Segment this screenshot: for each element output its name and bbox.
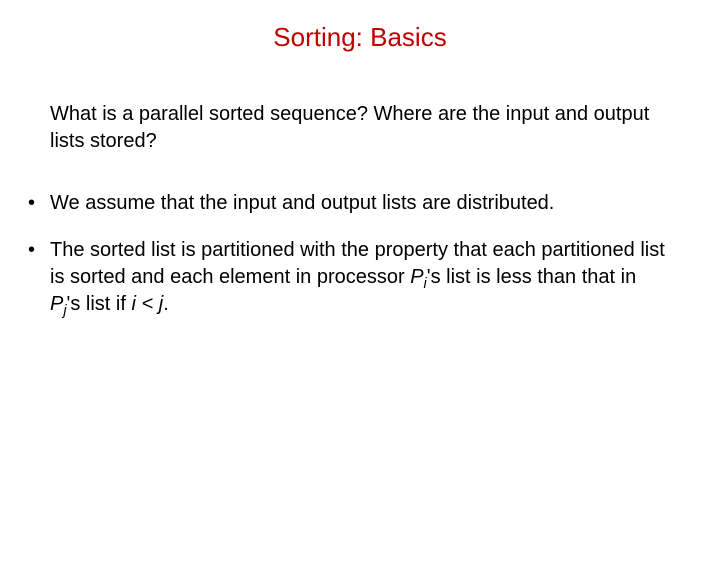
var-p: P: [50, 293, 63, 315]
intro-question: What is a parallel sorted sequence? Wher…: [50, 101, 670, 155]
slide-title: Sorting: Basics: [0, 22, 720, 53]
bullet-text: 's list if: [67, 293, 132, 315]
bullet-text: We assume that the input and output list…: [50, 192, 554, 214]
bullet-text: .: [163, 293, 169, 315]
list-item: The sorted list is partitioned with the …: [22, 237, 670, 318]
var-p: P: [410, 266, 423, 288]
bullet-text: 's list is less than that in: [427, 266, 636, 288]
lt-sign: <: [136, 293, 159, 315]
list-item: We assume that the input and output list…: [22, 190, 670, 217]
bullet-list: We assume that the input and output list…: [22, 190, 670, 318]
